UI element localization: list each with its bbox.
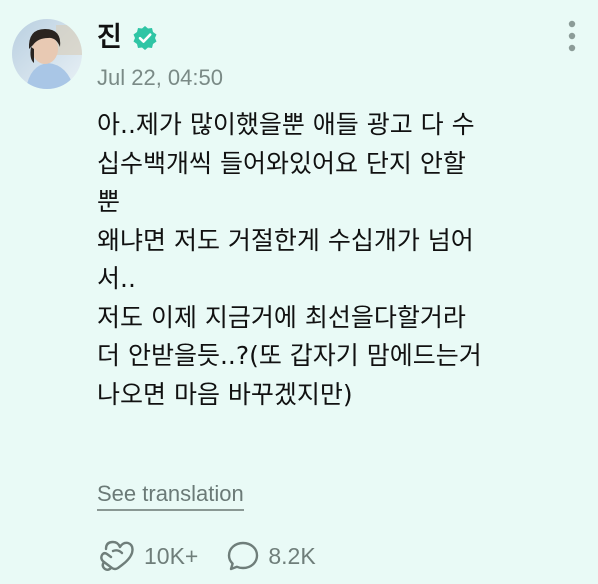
post-card: 진 Jul 22, 04:50 아..제가 많이했을뿐 애들 광고 다 수 십수… [0, 0, 598, 584]
like-button[interactable]: 10K+ [98, 539, 198, 573]
avatar[interactable] [12, 19, 82, 89]
author-name[interactable]: 진 [97, 20, 122, 56]
see-translation-link[interactable]: See translation [97, 480, 244, 511]
heart-hands-icon [100, 540, 134, 571]
post-text-line: 아..제가 많이했을뿐 애들 광고 다 수 [97, 110, 475, 139]
post-actions: 10K+ 8.2K [98, 536, 344, 576]
avatar-image [12, 19, 82, 89]
post-text-line: 저도 이제 지금거에 최선을다할거라 [97, 302, 466, 332]
post-text-line: 더 안받을듯..?(또 갑자기 맘에드는거 [97, 341, 482, 370]
post-text-line: 십수백개씩 들어와있어요 단지 안할 [97, 148, 466, 178]
like-count: 10K+ [144, 543, 199, 569]
verified-badge-icon [132, 25, 158, 51]
more-options-button[interactable] [562, 18, 582, 58]
more-vertical-icon [568, 20, 576, 52]
post-text-line: 뿐 [97, 187, 121, 216]
post-text-line: 왜냐면 저도 거절한게 수십개가 넘어 [97, 225, 474, 255]
comment-button[interactable]: 8.2K [226, 539, 316, 573]
post-text-line: 나오면 마음 바꾸겠지만) [97, 379, 353, 409]
post-text-line: 서.. [97, 264, 136, 293]
author-row: 진 [97, 20, 158, 56]
post-timestamp: Jul 22, 04:50 [97, 65, 223, 90]
comment-count: 8.2K [268, 543, 316, 569]
post-text: 아..제가 많이했을뿐 애들 광고 다 수 십수백개씩 들어와있어요 단지 안할… [97, 106, 557, 414]
speech-bubble-icon [228, 541, 259, 571]
